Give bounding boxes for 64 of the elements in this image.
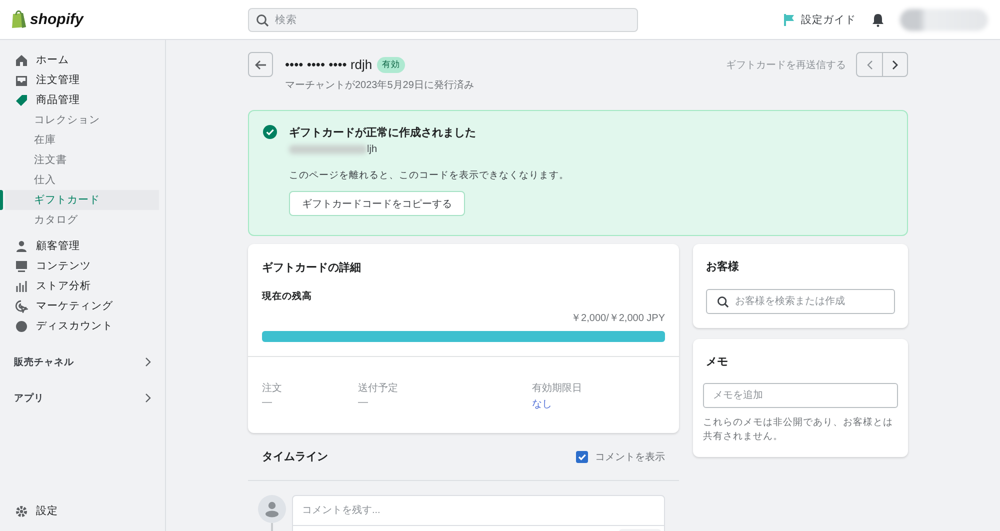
logo-text[interactable]: shopify <box>30 11 84 28</box>
chevron-right-icon <box>892 60 898 70</box>
field-label: 有効期限日 <box>532 382 582 395</box>
nav-section[interactable]: アプリ <box>0 388 159 408</box>
banner-title: ギフトカードが正常に作成されました <box>289 126 477 140</box>
nav-item[interactable]: 注文管理 <box>0 70 159 90</box>
chevron-right-icon <box>145 357 151 367</box>
chevron-right-icon <box>145 393 151 403</box>
nav-item[interactable]: コンテンツ <box>0 256 159 276</box>
card-title: メモ <box>705 355 729 369</box>
avatar-icon <box>258 495 286 523</box>
note-field[interactable]: メモを追加 <box>703 383 898 408</box>
comment-field[interactable]: コメントを残す... <box>292 495 665 526</box>
status-badge: 有効 <box>377 56 406 72</box>
balance-label: 現在の残高 <box>262 290 313 303</box>
page-title: •••• •••• •••• rdjh <box>285 57 372 72</box>
tray-icon <box>15 74 28 86</box>
copy-code-button[interactable]: ギフトカードコードをコピーする <box>289 191 465 216</box>
field-label: 送付予定 <box>358 382 399 395</box>
search-icon <box>717 296 729 308</box>
nav-item[interactable]: ホーム <box>0 50 159 70</box>
settings-icon <box>15 504 28 518</box>
field-value: — <box>262 397 273 408</box>
timeline-title: タイムライン <box>262 450 328 464</box>
card-title: お客様 <box>706 260 740 274</box>
nav-sub-item[interactable]: コレクション <box>0 110 159 130</box>
field-link[interactable]: なし <box>532 397 582 411</box>
field-label: 注文 <box>262 382 283 395</box>
flag-icon <box>784 14 795 26</box>
field-value: — <box>358 397 369 408</box>
checkbox-label[interactable]: コメントを表示 <box>595 450 665 464</box>
nav-sub-item[interactable]: 仕入 <box>0 170 159 190</box>
nav-item[interactable]: ストア分析 <box>0 276 159 296</box>
chevron-left-icon <box>866 60 872 70</box>
back-button[interactable] <box>248 52 273 77</box>
back-arrow-icon <box>254 60 266 70</box>
nav-item[interactable]: マーケティング <box>0 296 159 316</box>
notes-help-text: これらのメモは非公開であり、お客様とは共有されません。 <box>703 416 894 444</box>
search-field[interactable]: 検索 <box>248 8 638 32</box>
balance-amount: ￥2,000/￥2,000 JPY <box>570 312 665 325</box>
tag-icon <box>15 94 28 106</box>
nav-section[interactable]: 販売チャネル <box>0 352 159 372</box>
customer-search-field[interactable]: お客様を検索または作成 <box>706 289 895 314</box>
card-title: ギフトカードの詳細 <box>262 260 362 275</box>
bar-chart-icon <box>15 280 28 292</box>
nav-sub-item[interactable]: 注文書 <box>0 150 159 170</box>
shopping-bag-icon <box>11 10 27 29</box>
nav-item[interactable]: ディスカウント <box>0 316 159 336</box>
nav-sub-item[interactable]: カタログ <box>0 210 159 230</box>
search-icon <box>256 14 269 26</box>
setup-guide-button[interactable]: 設定ガイド <box>784 12 856 26</box>
nav-sub-item[interactable]: ギフトカード <box>0 190 159 210</box>
bell-icon[interactable] <box>872 12 884 26</box>
code-suffix: ljh <box>367 144 378 155</box>
issued-subtitle: マーチャントが2023年5月29日に発行済み <box>285 78 475 92</box>
checkbox[interactable] <box>576 450 588 462</box>
nav-sub-item[interactable]: 在庫 <box>0 130 159 150</box>
settings-item[interactable]: 設定 <box>0 501 159 521</box>
banner-message: このページを離れると、このコードを表示できなくなります。 <box>289 169 569 182</box>
nav-item[interactable]: 顧客管理 <box>0 236 159 256</box>
nav-item[interactable]: 商品管理 <box>0 90 159 110</box>
home-icon <box>15 54 28 66</box>
person-icon <box>15 240 28 252</box>
check-circle-icon <box>263 125 277 139</box>
